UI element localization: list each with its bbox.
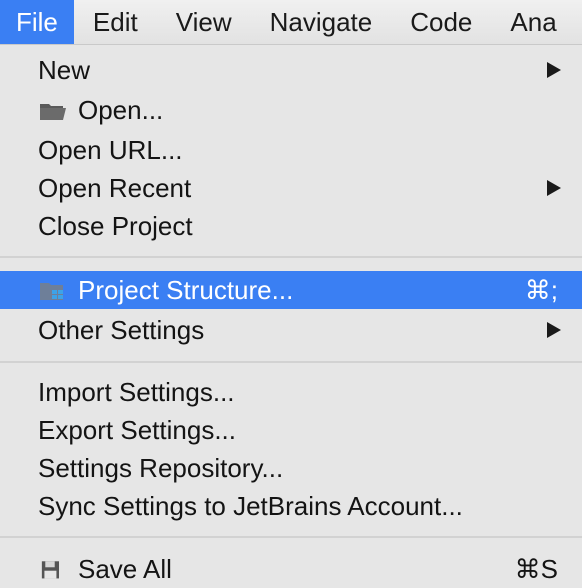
menu-navigate[interactable]: Navigate xyxy=(251,0,392,44)
menu-item-label: Project Structure... xyxy=(78,275,294,305)
menu-separator xyxy=(0,361,582,363)
menu-item-label: Other Settings xyxy=(38,315,205,345)
menu-item-label: New xyxy=(38,55,91,85)
menu-item-open-url[interactable]: Open URL... xyxy=(0,131,582,169)
submenu-arrow-icon xyxy=(547,180,561,196)
menu-item-settings-repository[interactable]: Settings Repository... xyxy=(0,449,582,487)
save-icon xyxy=(41,561,59,579)
menu-item-label: Export Settings... xyxy=(38,415,236,445)
menu-item-new[interactable]: New xyxy=(0,51,582,89)
menu-item-label: Import Settings... xyxy=(38,377,235,407)
menu-item-open-recent[interactable]: Open Recent xyxy=(0,169,582,207)
menu-item-label: Open... xyxy=(78,95,164,125)
file-menu-dropdown: New Open... Open URL... Open Recent Clos… xyxy=(0,45,582,588)
keyboard-shortcut: ⌘S xyxy=(514,554,558,584)
keyboard-shortcut: ⌘; xyxy=(524,275,558,305)
menu-edit[interactable]: Edit xyxy=(74,0,157,44)
menu-item-label: Save All xyxy=(78,554,172,584)
menu-code[interactable]: Code xyxy=(391,0,491,44)
submenu-arrow-icon xyxy=(547,62,561,78)
menu-bar: File Edit View Navigate Code Ana xyxy=(0,0,582,45)
menu-item-close-project[interactable]: Close Project xyxy=(0,207,582,245)
menu-item-label: Sync Settings to JetBrains Account... xyxy=(38,491,463,521)
menu-item-label: Open URL... xyxy=(38,135,183,165)
menu-analyze[interactable]: Ana xyxy=(491,0,575,44)
menu-item-project-structure[interactable]: Project Structure... ⌘; xyxy=(0,271,582,309)
menu-item-sync-settings[interactable]: Sync Settings to JetBrains Account... xyxy=(0,487,582,525)
menu-item-label: Close Project xyxy=(38,211,193,241)
menu-separator xyxy=(0,256,582,258)
menu-item-import-settings[interactable]: Import Settings... xyxy=(0,373,582,411)
menu-view[interactable]: View xyxy=(157,0,251,44)
menu-item-label: Settings Repository... xyxy=(38,453,284,483)
folder-icon xyxy=(40,104,66,120)
menu-file[interactable]: File xyxy=(0,0,74,44)
submenu-arrow-icon xyxy=(547,322,561,338)
menu-separator xyxy=(0,536,582,538)
menu-item-save-all[interactable]: Save All ⌘S xyxy=(0,550,582,588)
menu-item-label: Open Recent xyxy=(38,173,192,203)
menu-item-export-settings[interactable]: Export Settings... xyxy=(0,411,582,449)
menu-item-open[interactable]: Open... xyxy=(0,91,582,129)
menu-item-other-settings[interactable]: Other Settings xyxy=(0,311,582,349)
project-structure-icon xyxy=(40,283,63,300)
